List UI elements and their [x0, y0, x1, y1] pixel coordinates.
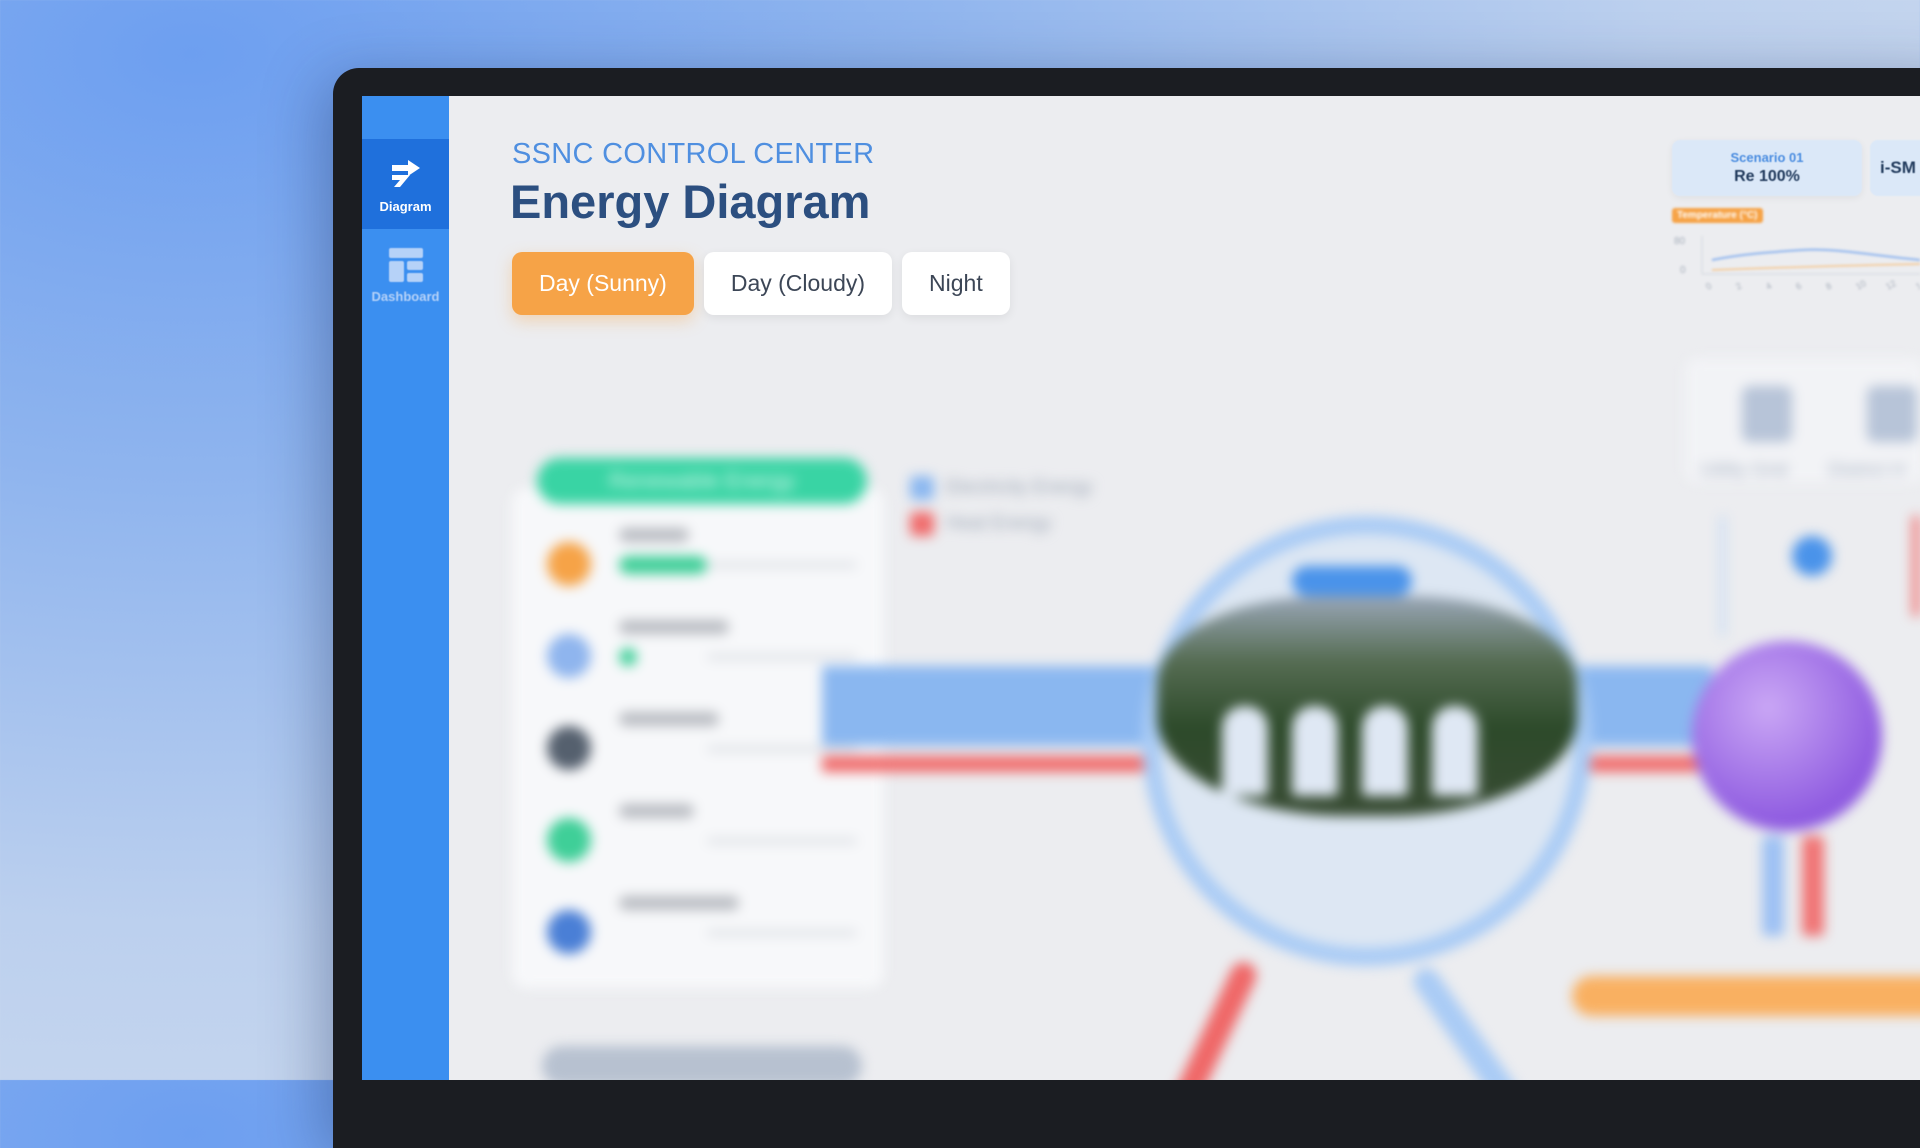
district-heating-icon[interactable]: [1867, 386, 1917, 442]
sidebar-item-label: Dashboard: [371, 288, 440, 304]
site-circle[interactable]: [1142, 516, 1592, 966]
divider: [707, 654, 857, 660]
x-tick: 0: [1704, 281, 1713, 292]
energy-storage-node[interactable]: [1692, 641, 1882, 831]
x-tick: 10: [1854, 278, 1868, 292]
heat-flow-down: [1169, 958, 1261, 1080]
item-label: [619, 620, 729, 634]
list-item[interactable]: [547, 712, 857, 782]
wind-icon: [547, 634, 591, 678]
sidebar-item-label: Diagram: [379, 198, 432, 214]
x-tick: 2: [1734, 281, 1743, 292]
scenario-value: Re 100%: [1734, 168, 1800, 185]
page-title: Energy Diagram: [510, 175, 871, 228]
heating-line: [1912, 516, 1920, 616]
sidebar-item-diagram[interactable]: Diagram: [362, 139, 449, 229]
tab-day-sunny[interactable]: Day (Sunny): [512, 252, 694, 315]
app-screen: Diagram Dashboard SSNC CONTROL CENTER En…: [362, 96, 1920, 1080]
legend-swatch: [910, 476, 934, 500]
sidebar-item-dashboard[interactable]: Dashboard: [362, 229, 449, 319]
site-photo: [1157, 596, 1577, 816]
x-tick: 6: [1794, 281, 1803, 292]
tank-icon: [1432, 706, 1478, 796]
x-tick: 12: [1884, 278, 1898, 292]
list-item[interactable]: [547, 528, 857, 598]
tab-night[interactable]: Night: [902, 252, 1010, 315]
heat-flow-left: [822, 756, 1162, 772]
x-tick: 14: [1914, 278, 1920, 292]
divider: [707, 746, 857, 752]
biomass-icon: [547, 818, 591, 862]
scenario-tabs: Day (Sunny) Day (Cloudy) Night: [512, 252, 1010, 315]
district-heating-label: District H: [1828, 460, 1906, 481]
legend-swatch: [910, 512, 934, 536]
electricity-flow-down: [1408, 963, 1522, 1080]
item-label: [619, 896, 739, 910]
section-pill[interactable]: [542, 1046, 862, 1080]
divider: [707, 562, 857, 568]
list-item[interactable]: [547, 896, 857, 966]
hydro-icon: [547, 910, 591, 954]
list-item[interactable]: [547, 620, 857, 690]
legend-item-electricity: Electricity Energy: [910, 470, 1093, 506]
renewable-energy-panel: [512, 488, 884, 988]
sidebar: Diagram Dashboard: [362, 96, 449, 1080]
temperature-chart: Temperature (°C) 80 0 0 2 4 6 8 10 12 14: [1672, 208, 1920, 313]
heat-pipe: [1802, 836, 1824, 936]
tank-icon: [1222, 706, 1268, 796]
heat-flow-right: [1562, 756, 1712, 772]
divider: [707, 838, 857, 844]
renewable-energy-button[interactable]: Renewable Energy: [537, 458, 867, 504]
list-item[interactable]: [547, 804, 857, 874]
y-tick: 80: [1674, 236, 1686, 247]
external-sources-panel: [1685, 358, 1920, 483]
electricity-flow-right: [1562, 666, 1712, 746]
electricity-pipe: [1762, 836, 1784, 936]
legend-label: Heat Energy: [946, 513, 1052, 534]
item-label: [619, 804, 694, 818]
substation-node[interactable]: [1792, 536, 1832, 576]
series-line-secondary: [1711, 263, 1920, 271]
utility-grid-label: Utility Grid: [1700, 460, 1788, 481]
item-label: [619, 528, 689, 542]
legend: Electricity Energy Heat Energy: [910, 470, 1093, 542]
utility-grid-icon[interactable]: [1742, 386, 1792, 442]
x-ticks: 0 2 4 6 8 10 12 14: [1704, 278, 1920, 292]
ismart-card[interactable]: i-SM: [1870, 140, 1920, 196]
y-tick: 0: [1680, 265, 1686, 276]
divider: [707, 930, 857, 936]
tank-icon: [1292, 706, 1338, 796]
tab-day-cloudy[interactable]: Day (Cloudy): [703, 252, 893, 315]
scenario-card[interactable]: Scenario 01 Re 100%: [1672, 140, 1862, 196]
tank-icon: [1362, 706, 1408, 796]
progress-bar: [619, 556, 707, 574]
consumer-bar[interactable]: [1572, 976, 1920, 1016]
progress-bar: [619, 648, 637, 666]
page-subtitle: SSNC CONTROL CENTER: [512, 138, 875, 170]
legend-item-heat: Heat Energy: [910, 506, 1093, 542]
dashboard-icon: [388, 247, 423, 282]
sun-icon: [547, 542, 591, 586]
x-tick: 4: [1764, 281, 1773, 292]
diagram-icon: [391, 159, 420, 187]
grid-line: [1720, 516, 1725, 636]
site-label: [1292, 566, 1412, 596]
temperature-plot: 80 0 0 2 4 6 8 10 12 14: [1674, 236, 1920, 292]
fuel-cell-icon: [547, 726, 591, 770]
scenario-name: Scenario 01: [1730, 150, 1804, 165]
series-line-temperature: [1711, 248, 1920, 261]
item-label: [619, 712, 719, 726]
x-tick: 8: [1824, 281, 1833, 292]
electricity-flow-left: [822, 666, 1162, 746]
legend-label: Electricity Energy: [946, 477, 1093, 498]
